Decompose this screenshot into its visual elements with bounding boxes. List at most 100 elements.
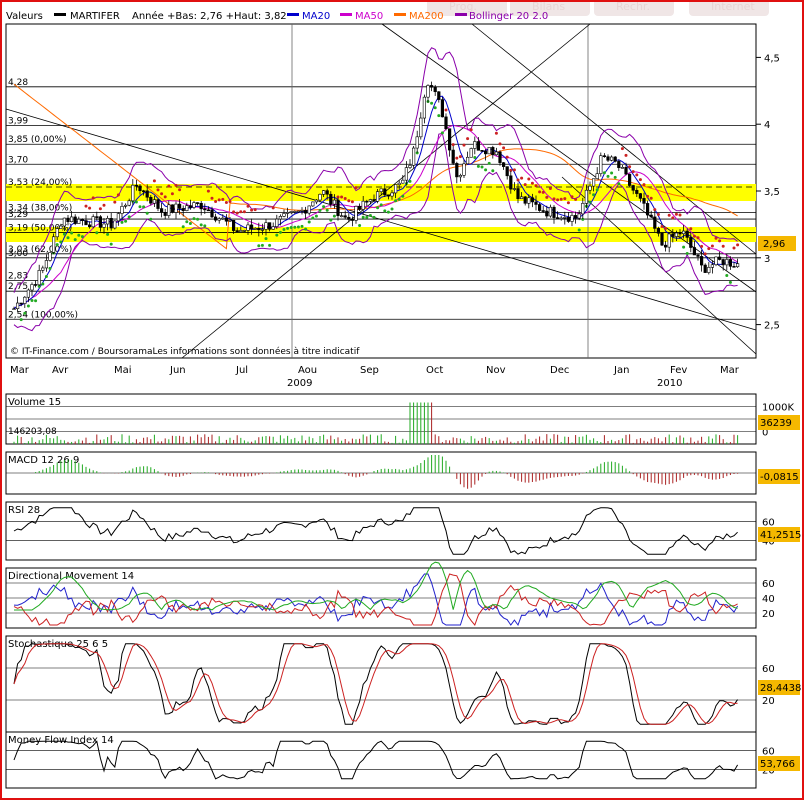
sar-dot — [210, 196, 214, 200]
rsi-panel: RSI 28604041,2515 — [5, 501, 801, 561]
ma50-swatch — [340, 13, 352, 16]
month-label: Mar — [10, 365, 30, 376]
month-label: Aou — [298, 365, 317, 376]
martifer-swatch — [54, 13, 66, 16]
candle-body — [552, 206, 556, 218]
sar-dot — [304, 227, 308, 231]
sar-dot — [703, 252, 707, 256]
sar-dot — [77, 233, 81, 237]
candle-body — [318, 193, 322, 201]
macd-last-value: -0,0815 — [760, 472, 799, 483]
candle-body — [725, 259, 729, 266]
candle-body — [91, 216, 95, 228]
sar-dot — [466, 137, 470, 141]
sar-dot — [620, 147, 624, 151]
candle-body — [30, 284, 34, 291]
sar-dot — [250, 208, 254, 212]
candle-body — [267, 222, 272, 230]
candle-body — [473, 141, 477, 149]
sar-dot — [156, 188, 160, 192]
candle-body — [501, 162, 506, 167]
sar-dot — [199, 223, 203, 227]
candle-body — [419, 117, 423, 138]
candle-body — [228, 219, 232, 222]
sar-dot — [142, 205, 146, 209]
candle-body — [627, 173, 632, 186]
candle-body — [285, 212, 290, 214]
sar-dot — [520, 176, 524, 180]
sar-dot — [26, 304, 30, 308]
sar-dot — [246, 204, 250, 208]
candle-body — [401, 179, 405, 184]
candle-body — [196, 202, 200, 204]
candle-body — [534, 201, 538, 205]
candle-body — [221, 217, 225, 220]
candle-body — [613, 156, 617, 162]
candle-body — [397, 182, 401, 185]
sar-dot — [286, 226, 290, 230]
price-panel: 4,283,993,85 (0,00%)3,703,53 (24,00%)3,3… — [5, 23, 796, 359]
sar-dot — [541, 190, 545, 194]
ma20-swatch — [287, 13, 299, 16]
sar-dot — [653, 208, 657, 212]
sar-dot — [260, 243, 264, 247]
sar-dot — [451, 143, 455, 147]
candle-body — [185, 205, 189, 211]
candle-body — [26, 289, 31, 298]
sar-dot — [30, 298, 34, 302]
candle-body — [289, 211, 293, 213]
fib-band-62 — [6, 227, 756, 242]
candle-body — [523, 196, 527, 204]
sar-dot — [527, 177, 531, 181]
sar-dot — [138, 205, 142, 209]
candle-body — [152, 199, 157, 204]
sar-dot — [181, 225, 185, 229]
sar-dot — [671, 216, 675, 220]
month-axis: Mar Avr Mai Jun Jul Aou Sep Oct Nov Dec Jan Fev Mar 2… — [10, 365, 740, 389]
sar-dot — [592, 193, 596, 197]
candle-body — [692, 247, 696, 256]
candle-body — [545, 210, 549, 217]
candle-body — [156, 199, 160, 209]
month-label: Fev — [670, 365, 687, 376]
sar-dot — [311, 216, 315, 220]
candle-body — [170, 204, 175, 213]
year-label: 2010 — [657, 378, 682, 389]
candle-body — [717, 256, 722, 260]
candle-body — [699, 256, 704, 266]
candle-body — [559, 217, 563, 220]
sar-dot — [318, 208, 322, 212]
candle-body — [505, 166, 509, 177]
rsi-last-value: 41,2515 — [760, 530, 801, 541]
candle-body — [160, 208, 164, 213]
candle-body — [300, 210, 304, 212]
candle-body — [66, 217, 70, 223]
candle-body — [393, 184, 398, 194]
sar-dot — [48, 266, 52, 270]
candle-body — [80, 218, 84, 221]
sar-dot — [278, 230, 282, 234]
sar-dot — [361, 215, 365, 219]
sar-dot — [721, 244, 725, 248]
candle-body — [476, 141, 481, 151]
sar-dot — [437, 114, 441, 118]
sar-dot — [203, 224, 207, 228]
sar-dot — [390, 207, 394, 211]
level-label: 3,99 — [8, 117, 28, 127]
sar-dot — [595, 188, 599, 192]
sar-dot — [491, 169, 495, 173]
candle-body — [55, 228, 59, 238]
sar-dot — [127, 215, 131, 219]
sar-dot — [289, 226, 293, 230]
candle-body — [98, 216, 102, 228]
candle-body — [599, 155, 603, 175]
sar-dot — [574, 197, 578, 201]
candle-body — [519, 196, 524, 200]
sar-dot — [102, 203, 106, 207]
sar-dot — [462, 143, 466, 147]
price-axis: 4,5 4 3,5 3 2,5 — [756, 53, 780, 332]
candle-body — [509, 175, 513, 190]
candle-body — [347, 216, 351, 220]
candle-body — [649, 214, 653, 218]
sar-dot — [476, 164, 480, 168]
